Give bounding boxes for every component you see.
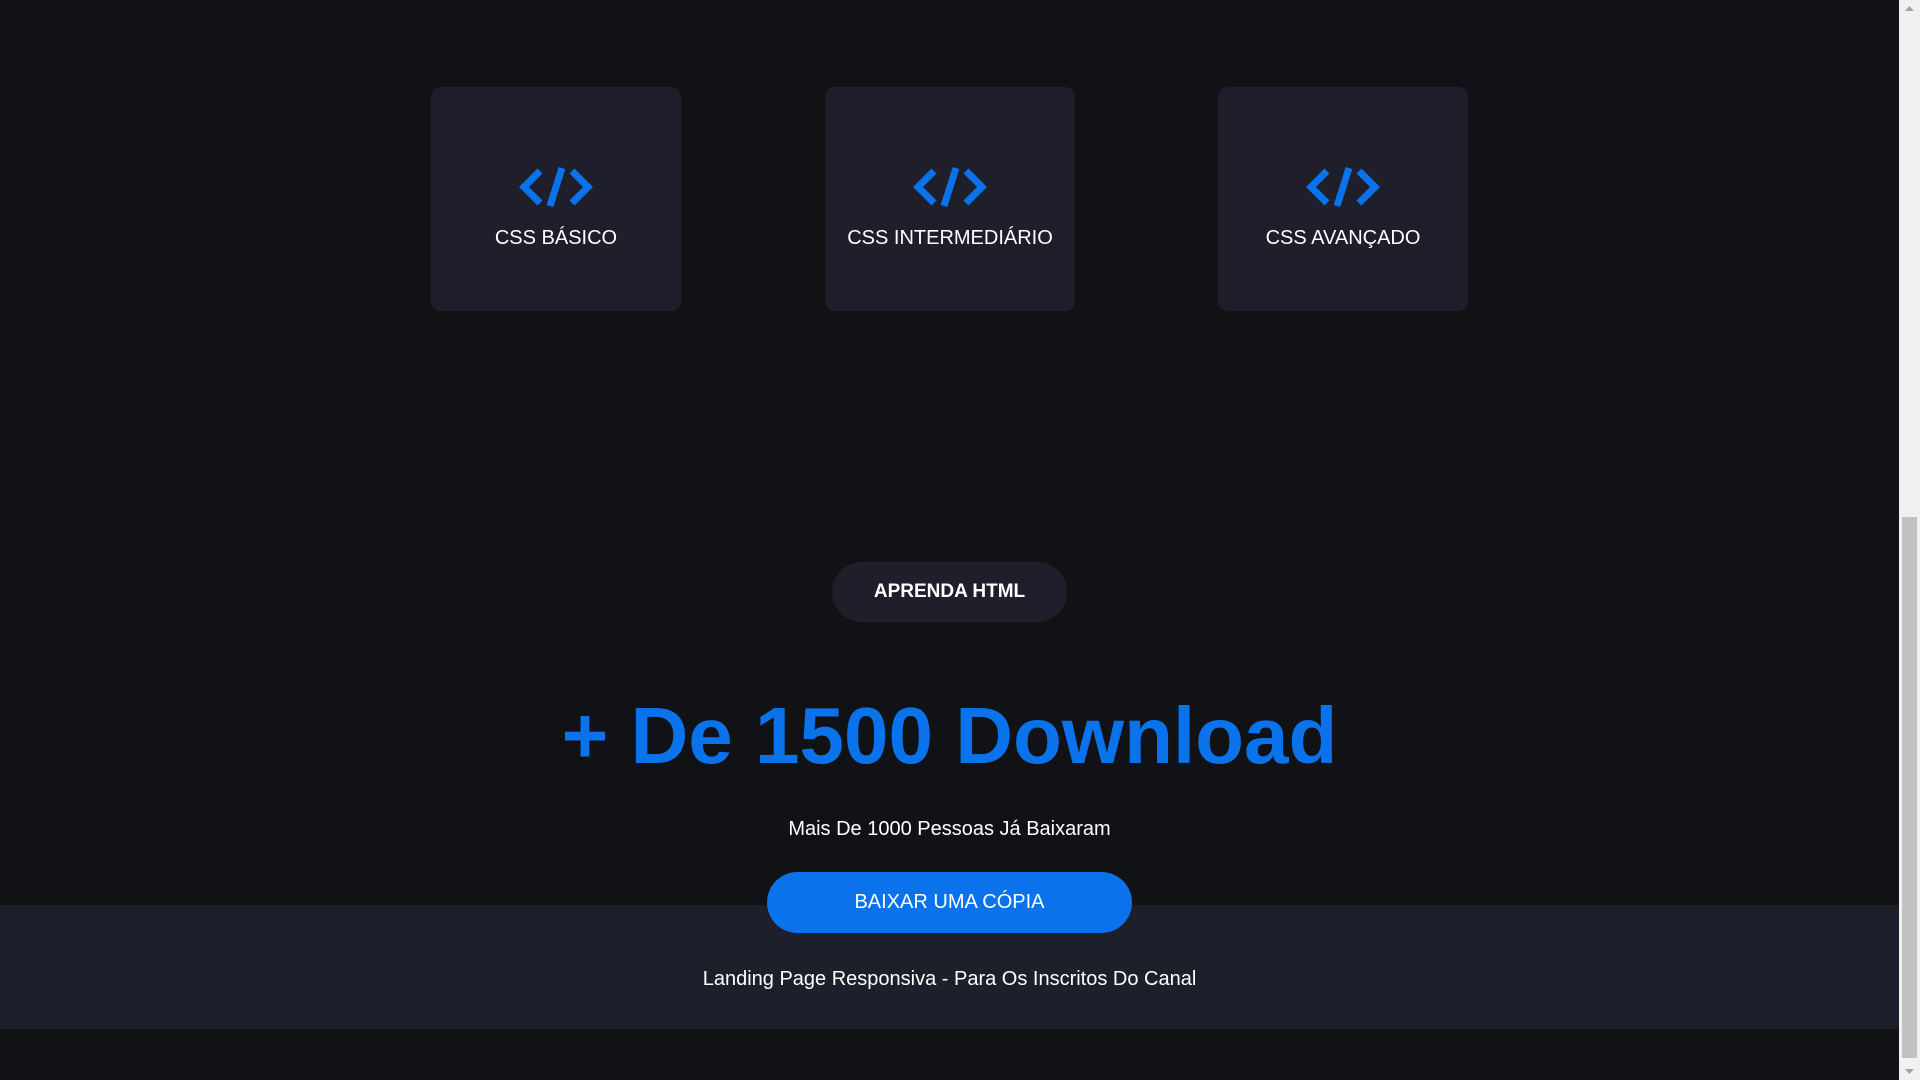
card-label: CSS INTERMEDIÁRIO	[847, 227, 1053, 249]
downloads-subline: Mais De 1000 Pessoas Já Baixaram	[788, 818, 1111, 840]
code-icon	[913, 166, 987, 208]
card-css-avancado[interactable]: CSS AVANÇADO	[1218, 87, 1468, 311]
card-label: CSS BÁSICO	[494, 227, 618, 249]
card-label: CSS AVANÇADO	[1265, 227, 1421, 249]
page: CSS BÁSICO CSS INTERMEDIÁRIO CSS AVANÇAD…	[0, 0, 1899, 1080]
footer-text: Landing Page Responsiva - Para Os Inscri…	[702, 968, 1197, 990]
scrollbar-thumb[interactable]	[1902, 517, 1917, 1058]
card-css-basico[interactable]: CSS BÁSICO	[431, 87, 681, 311]
downloads-headline: + De 1500 Download	[561, 691, 1338, 780]
code-icon	[519, 166, 593, 208]
download-copy-button[interactable]: BAIXAR UMA CÓPIA	[767, 872, 1132, 933]
card-css-intermediario[interactable]: CSS INTERMEDIÁRIO	[825, 87, 1075, 311]
code-icon	[1306, 166, 1380, 208]
scroll-up-arrow-icon[interactable]	[1899, 0, 1920, 17]
scroll-down-arrow-icon[interactable]	[1899, 1063, 1920, 1080]
vertical-scrollbar[interactable]	[1899, 0, 1920, 1080]
learn-html-pill[interactable]: APRENDA HTML	[832, 562, 1067, 622]
